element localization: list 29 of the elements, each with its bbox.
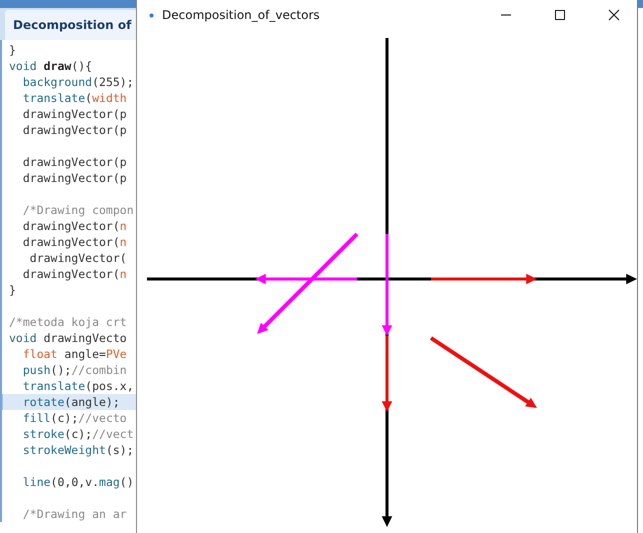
code-line: /*Drawing an ar: [22, 506, 128, 522]
code-line: drawingVector(p: [22, 122, 128, 138]
code-line: drawingVector(p: [22, 154, 128, 170]
code-line: /*Drawing compon: [22, 202, 135, 218]
code-line: strokeWeight(s);: [22, 442, 135, 458]
window-title: Decomposition_of_vectors: [162, 8, 321, 22]
code-line: float angle=PVe: [22, 346, 128, 362]
close-icon: [608, 9, 620, 21]
editor-tab[interactable]: Decomposition of: [5, 10, 138, 40]
maximize-icon: [554, 9, 566, 21]
code-line: background(255);: [22, 74, 135, 90]
code-line: /*metoda koja crt: [8, 314, 128, 330]
code-line: }: [8, 282, 17, 298]
code-line: stroke(c);//vect: [22, 426, 135, 442]
code-line: fill(c);//vecto: [22, 410, 128, 426]
code-line: push();//combin: [22, 362, 128, 378]
code-line: drawingVector(p: [22, 170, 128, 186]
code-line: void draw(){: [8, 58, 94, 74]
code-line: line(0,0,v.mag(): [22, 474, 135, 490]
app-icon: [149, 12, 154, 18]
code-line: translate(pos.x,: [22, 378, 135, 394]
code-line: translate(width: [22, 90, 128, 106]
code-line: drawingVector(: [28, 250, 128, 266]
code-line: drawingVector(n: [22, 218, 128, 234]
code-line: drawingVector(p: [22, 106, 128, 122]
code-line: }: [8, 42, 17, 58]
code-line: void drawingVecto: [8, 330, 128, 346]
code-line: drawingVector(n: [22, 234, 128, 250]
code-line: drawingVector(n: [22, 266, 128, 282]
